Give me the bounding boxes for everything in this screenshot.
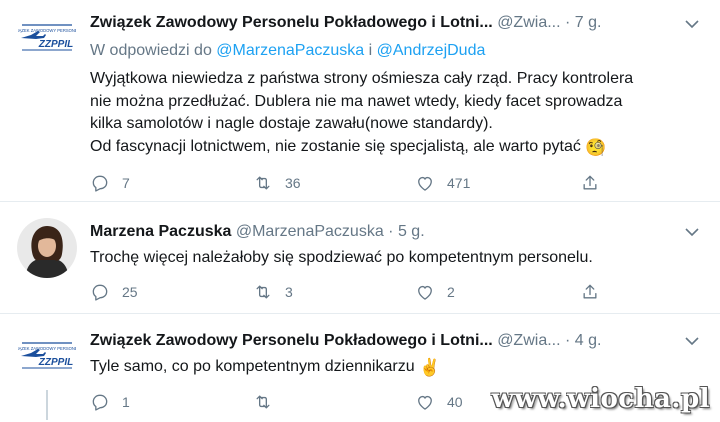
retweet-button[interactable]	[253, 392, 285, 412]
thread-line	[46, 390, 48, 420]
reply-conjunction: i	[368, 42, 373, 59]
caret-down-icon[interactable]	[684, 225, 700, 239]
text-line: Od fascynacji lotnictwem, nie zostanie s…	[90, 137, 607, 157]
watermark: www.wiocha.pl	[491, 384, 710, 414]
tweet-header: Marzena Paczuska @MarzenaPaczuska · 5 g.	[90, 221, 425, 243]
retweet-icon	[256, 395, 270, 409]
tweet-text: Wyjątkowa niewiedza z państwa strony ośm…	[90, 68, 690, 158]
timestamp[interactable]: 5 g.	[398, 223, 425, 240]
zzppil-logo: ZWIĄZEK ZAWODOWY PERSONELU ZZPPIL	[18, 24, 76, 51]
reply-count: 7	[122, 175, 130, 191]
retweet-count: 36	[285, 175, 301, 191]
caret-down-icon[interactable]	[684, 17, 700, 31]
like-count: 2	[447, 284, 455, 300]
reply-button[interactable]: 7	[90, 173, 130, 193]
retweet-button[interactable]: 36	[253, 173, 301, 193]
mention-link[interactable]: @MarzenaPaczuska	[216, 42, 364, 59]
like-button[interactable]: 40	[415, 392, 463, 412]
share-button[interactable]	[580, 173, 600, 193]
author-name[interactable]: Związek Zawodowy Personelu Pokładowego i…	[90, 332, 493, 349]
avatar-zzppil[interactable]: ZWIĄZEK ZAWODOWY PERSONELU ZZPPIL	[17, 6, 77, 66]
monocle-emoji: 🧐	[585, 137, 607, 157]
reply-icon	[92, 175, 108, 192]
like-icon	[418, 395, 432, 410]
reply-button[interactable]: 1	[90, 392, 130, 412]
separator: ·	[388, 223, 394, 240]
tweet-actions: 7 36 471	[90, 173, 610, 195]
author-name[interactable]: Marzena Paczuska	[90, 223, 231, 240]
tweet-text: Tyle samo, co po kompetentnym dziennikar…	[90, 356, 690, 379]
retweet-icon	[256, 285, 270, 299]
separator: ·	[565, 332, 571, 349]
text-line: nie można przedłużać. Dublera nie ma naw…	[90, 92, 623, 110]
retweet-button[interactable]: 3	[253, 282, 293, 302]
svg-text:ZWIĄZEK ZAWODOWY PERSONELU: ZWIĄZEK ZAWODOWY PERSONELU	[18, 28, 76, 33]
mention-link[interactable]: @AndrzejDuda	[377, 42, 486, 59]
author-handle[interactable]: @Zwia...	[497, 332, 560, 349]
share-icon	[583, 175, 597, 190]
reply-button[interactable]: 25	[90, 282, 138, 302]
timestamp[interactable]: 7 g.	[575, 14, 602, 31]
reply-context: W odpowiedzi do @MarzenaPaczuska i @Andr…	[90, 40, 485, 62]
caret-down-icon[interactable]	[684, 334, 700, 348]
share-button[interactable]	[580, 282, 600, 302]
user-photo	[17, 218, 77, 278]
reply-count: 25	[122, 284, 138, 300]
share-icon	[583, 284, 597, 299]
reply-count: 1	[122, 394, 130, 410]
retweet-icon	[256, 176, 270, 190]
like-button[interactable]: 2	[415, 282, 455, 302]
like-count: 40	[447, 394, 463, 410]
text-line: Tyle samo, co po kompetentnym dziennikar…	[90, 358, 441, 377]
tweet-header: Związek Zawodowy Personelu Pokładowego i…	[90, 330, 601, 352]
tweet-2[interactable]: Marzena Paczuska @MarzenaPaczuska · 5 g.…	[0, 202, 720, 312]
text-line: Trochę więcej należałoby się spodziewać …	[90, 249, 593, 266]
text-line: Wyjątkowa niewiedza z państwa strony ośm…	[90, 70, 634, 87]
like-button[interactable]: 471	[415, 173, 470, 193]
tweet-actions: 25 3 2	[90, 282, 610, 304]
author-handle[interactable]: @MarzenaPaczuska	[236, 223, 384, 240]
like-icon	[418, 176, 432, 191]
like-icon	[418, 285, 432, 300]
svg-text:ZWIĄZEK ZAWODOWY PERSONELU: ZWIĄZEK ZAWODOWY PERSONELU	[18, 346, 76, 351]
author-name[interactable]: Związek Zawodowy Personelu Pokładowego i…	[90, 14, 493, 31]
reply-prefix: W odpowiedzi do	[90, 42, 212, 59]
like-count: 471	[447, 175, 471, 191]
text-line: kilka samolotów i nagle dostaje zawału(n…	[90, 115, 493, 132]
victory-hand-emoji: ✌️	[419, 358, 441, 377]
tweet-text: Trochę więcej należałoby się spodziewać …	[90, 247, 690, 270]
zzppil-logo: ZWIĄZEK ZAWODOWY PERSONELU ZZPPIL	[18, 342, 76, 369]
svg-text:ZZPPIL: ZZPPIL	[38, 39, 73, 50]
reply-icon	[92, 394, 108, 411]
separator: ·	[565, 14, 571, 31]
tweet-1[interactable]: ZWIĄZEK ZAWODOWY PERSONELU ZZPPIL Związe…	[0, 0, 720, 200]
avatar-user-photo[interactable]	[17, 218, 77, 278]
avatar-zzppil[interactable]: ZWIĄZEK ZAWODOWY PERSONELU ZZPPIL	[17, 324, 77, 384]
author-handle[interactable]: @Zwia...	[497, 14, 560, 31]
reply-icon	[92, 284, 108, 301]
retweet-count: 3	[285, 284, 293, 300]
svg-text:ZZPPIL: ZZPPIL	[38, 357, 73, 368]
timestamp[interactable]: 4 g.	[575, 332, 602, 349]
tweet-header: Związek Zawodowy Personelu Pokładowego i…	[90, 12, 601, 34]
